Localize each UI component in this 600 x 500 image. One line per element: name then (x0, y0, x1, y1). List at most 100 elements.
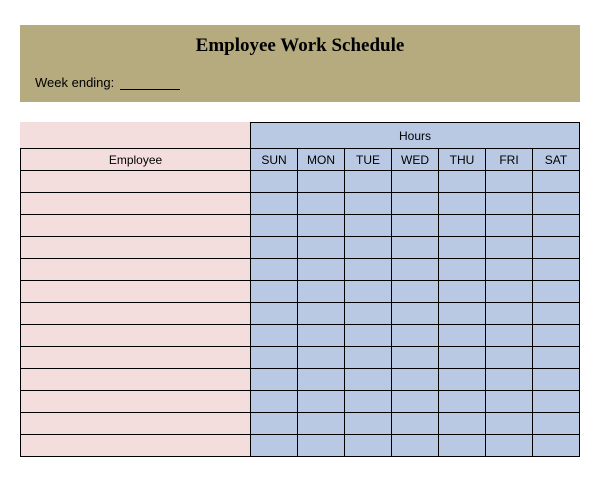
hours-cell[interactable] (439, 281, 486, 303)
hours-cell[interactable] (533, 281, 580, 303)
hours-cell[interactable] (439, 171, 486, 193)
hours-cell[interactable] (298, 347, 345, 369)
hours-cell[interactable] (486, 215, 533, 237)
employee-cell[interactable] (21, 347, 251, 369)
hours-cell[interactable] (251, 391, 298, 413)
employee-cell[interactable] (21, 281, 251, 303)
hours-cell[interactable] (345, 193, 392, 215)
employee-cell[interactable] (21, 237, 251, 259)
employee-cell[interactable] (21, 215, 251, 237)
hours-cell[interactable] (439, 237, 486, 259)
hours-cell[interactable] (298, 237, 345, 259)
employee-cell[interactable] (21, 259, 251, 281)
hours-cell[interactable] (345, 325, 392, 347)
hours-cell[interactable] (298, 193, 345, 215)
hours-cell[interactable] (533, 347, 580, 369)
employee-cell[interactable] (21, 303, 251, 325)
hours-cell[interactable] (439, 193, 486, 215)
hours-cell[interactable] (345, 413, 392, 435)
hours-cell[interactable] (345, 259, 392, 281)
hours-cell[interactable] (251, 347, 298, 369)
hours-cell[interactable] (345, 281, 392, 303)
hours-cell[interactable] (298, 369, 345, 391)
hours-cell[interactable] (533, 413, 580, 435)
hours-cell[interactable] (486, 237, 533, 259)
hours-cell[interactable] (345, 171, 392, 193)
hours-cell[interactable] (251, 193, 298, 215)
employee-cell[interactable] (21, 325, 251, 347)
employee-cell[interactable] (21, 413, 251, 435)
hours-cell[interactable] (392, 435, 439, 457)
hours-cell[interactable] (392, 193, 439, 215)
hours-cell[interactable] (298, 281, 345, 303)
hours-cell[interactable] (439, 215, 486, 237)
employee-cell[interactable] (21, 435, 251, 457)
hours-cell[interactable] (486, 281, 533, 303)
hours-cell[interactable] (251, 259, 298, 281)
week-ending-input[interactable] (120, 76, 180, 90)
employee-cell[interactable] (21, 391, 251, 413)
hours-cell[interactable] (251, 171, 298, 193)
hours-cell[interactable] (251, 215, 298, 237)
hours-cell[interactable] (486, 435, 533, 457)
hours-cell[interactable] (486, 369, 533, 391)
hours-cell[interactable] (392, 347, 439, 369)
employee-cell[interactable] (21, 171, 251, 193)
hours-cell[interactable] (439, 259, 486, 281)
hours-cell[interactable] (298, 391, 345, 413)
hours-cell[interactable] (298, 435, 345, 457)
hours-cell[interactable] (392, 215, 439, 237)
hours-cell[interactable] (251, 369, 298, 391)
hours-cell[interactable] (345, 303, 392, 325)
hours-cell[interactable] (439, 303, 486, 325)
hours-cell[interactable] (392, 369, 439, 391)
hours-cell[interactable] (298, 171, 345, 193)
hours-cell[interactable] (486, 413, 533, 435)
hours-cell[interactable] (486, 303, 533, 325)
hours-cell[interactable] (251, 435, 298, 457)
hours-cell[interactable] (533, 303, 580, 325)
employee-cell[interactable] (21, 369, 251, 391)
hours-cell[interactable] (439, 413, 486, 435)
hours-cell[interactable] (533, 171, 580, 193)
hours-cell[interactable] (533, 391, 580, 413)
hours-cell[interactable] (392, 281, 439, 303)
hours-cell[interactable] (439, 435, 486, 457)
hours-cell[interactable] (392, 237, 439, 259)
hours-cell[interactable] (533, 369, 580, 391)
employee-cell[interactable] (21, 193, 251, 215)
hours-cell[interactable] (533, 215, 580, 237)
hours-cell[interactable] (392, 171, 439, 193)
hours-cell[interactable] (345, 237, 392, 259)
hours-cell[interactable] (345, 435, 392, 457)
hours-cell[interactable] (439, 369, 486, 391)
hours-cell[interactable] (486, 171, 533, 193)
hours-cell[interactable] (486, 325, 533, 347)
hours-cell[interactable] (251, 413, 298, 435)
hours-cell[interactable] (486, 259, 533, 281)
hours-cell[interactable] (392, 391, 439, 413)
hours-cell[interactable] (251, 303, 298, 325)
hours-cell[interactable] (439, 347, 486, 369)
hours-cell[interactable] (345, 369, 392, 391)
hours-cell[interactable] (251, 325, 298, 347)
hours-cell[interactable] (439, 391, 486, 413)
hours-cell[interactable] (439, 325, 486, 347)
hours-cell[interactable] (251, 281, 298, 303)
hours-cell[interactable] (392, 413, 439, 435)
hours-cell[interactable] (298, 325, 345, 347)
hours-cell[interactable] (392, 259, 439, 281)
hours-cell[interactable] (345, 215, 392, 237)
hours-cell[interactable] (298, 215, 345, 237)
hours-cell[interactable] (345, 391, 392, 413)
hours-cell[interactable] (486, 193, 533, 215)
hours-cell[interactable] (533, 237, 580, 259)
hours-cell[interactable] (298, 413, 345, 435)
hours-cell[interactable] (298, 259, 345, 281)
hours-cell[interactable] (298, 303, 345, 325)
hours-cell[interactable] (533, 435, 580, 457)
hours-cell[interactable] (486, 391, 533, 413)
hours-cell[interactable] (533, 193, 580, 215)
hours-cell[interactable] (345, 347, 392, 369)
hours-cell[interactable] (392, 303, 439, 325)
